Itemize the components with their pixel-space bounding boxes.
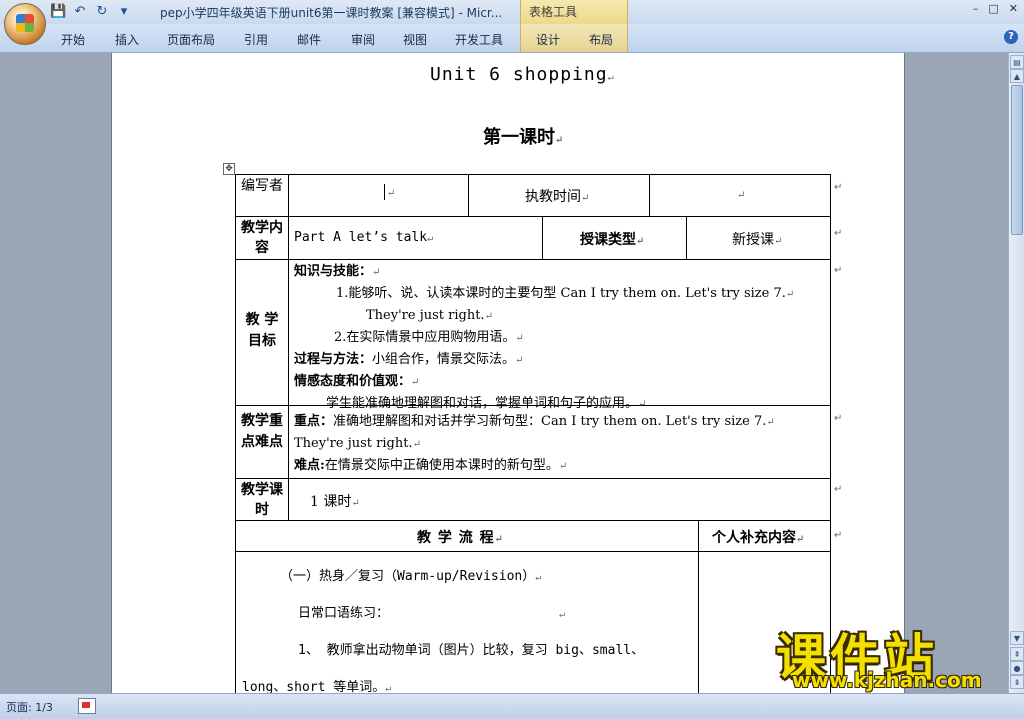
proofing-icon[interactable] — [78, 698, 96, 714]
vertical-scrollbar[interactable]: ▤ ▲ ▼ ⇞ ● ⇟ — [1008, 53, 1024, 693]
tab-design[interactable]: 设计 — [536, 31, 560, 48]
window-controls: – □ ✕ — [973, 2, 1018, 15]
context-tab-group: 表格工具 — [520, 0, 628, 24]
objectives-label: 教 学目标 — [245, 312, 279, 349]
previous-page-icon[interactable]: ⇞ — [1010, 647, 1024, 661]
tab-home[interactable]: 开始 — [61, 31, 85, 48]
unit-title: Unit 6 shopping↵ — [430, 64, 615, 85]
redo-icon[interactable]: ↻ — [94, 4, 110, 20]
watermark-url: www.kjzhan.com — [792, 668, 982, 692]
scroll-up-icon[interactable]: ▲ — [1010, 69, 1024, 83]
author-label: 编写者 — [241, 178, 283, 194]
restore-button[interactable]: □ — [988, 2, 998, 15]
tab-insert[interactable]: 插入 — [115, 31, 139, 48]
title-bar: 💾 ↶ ↻ ▾ pep小学四年级英语下册unit6第一课时教案 [兼容模式] -… — [0, 0, 1024, 45]
teach-time-label: 执教时间↵ — [525, 189, 590, 205]
undo-icon[interactable]: ↶ — [72, 4, 88, 20]
tab-developer[interactable]: 开发工具 — [455, 31, 503, 48]
tab-references[interactable]: 引用 — [244, 31, 268, 48]
content-value[interactable]: Part A let’s talk↵ — [294, 230, 433, 245]
quick-access-toolbar: 💾 ↶ ↻ ▾ — [50, 3, 132, 21]
lesson-type-label: 授课类型↵ — [580, 232, 645, 248]
tab-view[interactable]: 视图 — [403, 31, 427, 48]
window-title: pep小学四年级英语下册unit6第一课时教案 [兼容模式] - Micr... — [160, 6, 503, 20]
teach-time-value[interactable]: ↵ — [737, 186, 745, 202]
lesson-title: 第一课时↵ — [483, 127, 564, 148]
author-value[interactable]: ↵ — [384, 184, 404, 200]
period-value[interactable]: 1 课时↵ — [310, 491, 360, 511]
supplement-header: 个人补充内容↵ — [712, 530, 805, 546]
content-label: 教学内容 — [241, 220, 283, 256]
document-page[interactable]: Unit 6 shopping↵ 第一课时↵ ✥ 编写者 ↵ 执教时间↵ ↵ 教… — [111, 53, 905, 693]
scroll-down-icon[interactable]: ▼ — [1010, 631, 1024, 645]
tab-layout[interactable]: 布局 — [589, 31, 613, 48]
save-icon[interactable]: 💾 — [50, 4, 66, 20]
tab-mailings[interactable]: 邮件 — [297, 31, 321, 48]
objectives-content[interactable]: 知识与技能：↵ 1.能够听、说、认读本课时的主要句型 Can I try the… — [294, 261, 830, 415]
office-button[interactable] — [4, 3, 46, 45]
next-page-icon[interactable]: ⇟ — [1010, 675, 1024, 689]
table-move-handle-icon[interactable]: ✥ — [223, 163, 235, 175]
minimize-button[interactable]: – — [973, 2, 979, 15]
context-tab-group-label: 表格工具 — [529, 5, 578, 19]
ruler-toggle-icon[interactable]: ▤ — [1010, 55, 1024, 69]
status-bar: 页面: 1/3 — [0, 693, 1024, 719]
key-points-content[interactable]: 重点：准确地理解图和对话并学习新句型：Can I try them on. Le… — [294, 411, 830, 477]
lesson-type-value[interactable]: 新授课↵ — [732, 229, 782, 249]
tab-review[interactable]: 审阅 — [351, 31, 375, 48]
period-label: 教学课时 — [241, 482, 283, 518]
office-logo-icon — [16, 14, 34, 32]
document-area[interactable]: Unit 6 shopping↵ 第一课时↵ ✥ 编写者 ↵ 执教时间↵ ↵ 教… — [0, 53, 1008, 693]
close-button[interactable]: ✕ — [1009, 2, 1018, 15]
ribbon-tab-bar: 开始 插入 页面布局 引用 邮件 审阅 视图 开发工具 设计 布局 ? — [0, 24, 1024, 53]
process-content[interactable]: （一）热身／复习（Warm-up/Revision）↵ 日常口语练习： ↵ 1、 … — [242, 565, 694, 693]
customize-icon[interactable]: ▾ — [116, 4, 132, 20]
page-indicator[interactable]: 页面: 1/3 — [6, 699, 53, 715]
key-points-label: 教学重点难点 — [241, 413, 283, 450]
process-header: 教 学 流 程↵ — [417, 530, 505, 546]
help-icon[interactable]: ? — [1004, 30, 1018, 44]
browse-object-icon[interactable]: ● — [1010, 661, 1024, 675]
scrollbar-thumb[interactable] — [1011, 85, 1023, 235]
tab-page-layout[interactable]: 页面布局 — [167, 31, 215, 48]
